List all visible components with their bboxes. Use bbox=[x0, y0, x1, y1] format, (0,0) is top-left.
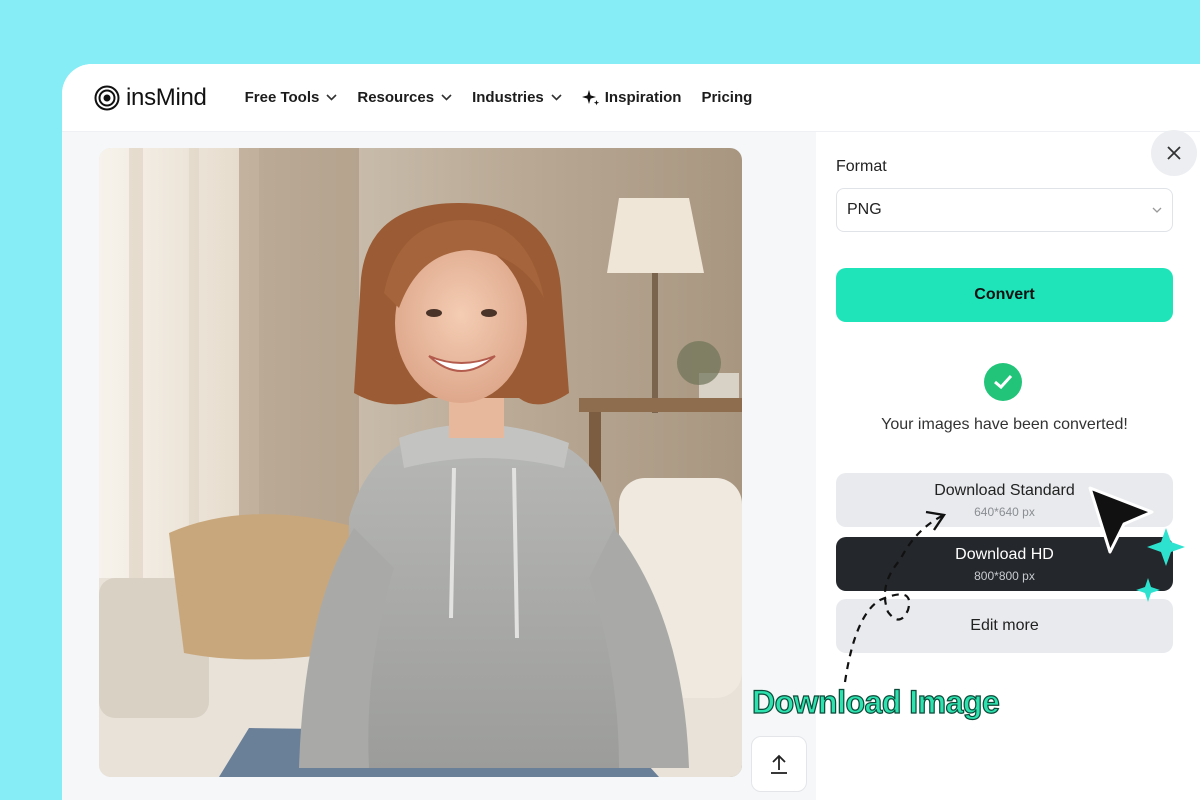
close-icon bbox=[1167, 146, 1181, 160]
close-button[interactable] bbox=[1151, 130, 1197, 176]
nav-inspiration[interactable]: Inspiration bbox=[581, 89, 682, 107]
nav-free-tools[interactable]: Free Tools bbox=[245, 89, 338, 106]
edit-more-button[interactable]: Edit more bbox=[836, 599, 1173, 653]
nav-resources[interactable]: Resources bbox=[357, 89, 452, 106]
success-check-icon bbox=[984, 363, 1022, 401]
nav-pricing[interactable]: Pricing bbox=[701, 89, 752, 106]
app-window: insMind Free Tools Resources Industries … bbox=[62, 64, 1200, 800]
canvas-area bbox=[62, 132, 816, 800]
nav-label: Free Tools bbox=[244, 89, 320, 106]
download-image-caption: Download Image bbox=[751, 683, 1000, 720]
nav-industries[interactable]: Industries bbox=[472, 89, 562, 106]
logo-text: insMind bbox=[126, 83, 207, 111]
download-hd-size: 800*800 px bbox=[974, 568, 1035, 583]
download-hd-label: Download HD bbox=[955, 545, 1054, 563]
format-value: PNG bbox=[847, 201, 882, 218]
download-standard-size: 640*640 px bbox=[974, 504, 1035, 519]
convert-button[interactable]: Convert bbox=[836, 268, 1173, 322]
nav-label: Pricing bbox=[701, 89, 753, 106]
chevron-down-icon bbox=[1152, 207, 1162, 213]
upload-button[interactable] bbox=[751, 736, 807, 792]
photo-illustration bbox=[99, 148, 742, 777]
nav-label: Inspiration bbox=[604, 89, 682, 106]
chevron-down-icon bbox=[326, 94, 337, 101]
logo[interactable]: insMind bbox=[94, 84, 207, 112]
top-nav: insMind Free Tools Resources Industries … bbox=[62, 64, 1200, 132]
chevron-down-icon bbox=[551, 94, 562, 101]
download-standard-button[interactable]: Download Standard 640*640 px bbox=[836, 473, 1173, 527]
nav-label: Industries bbox=[472, 89, 544, 106]
logo-icon bbox=[94, 85, 120, 110]
upload-icon bbox=[771, 754, 787, 774]
download-standard-label: Download Standard bbox=[934, 481, 1075, 499]
sparkle-icon bbox=[581, 89, 599, 105]
format-select[interactable]: PNG bbox=[836, 188, 1173, 232]
converted-photo bbox=[99, 148, 742, 777]
format-label: Format bbox=[836, 158, 887, 175]
status-text: Your images have been converted! bbox=[881, 416, 1128, 433]
chevron-down-icon bbox=[441, 94, 452, 101]
download-hd-button[interactable]: Download HD 800*800 px bbox=[836, 537, 1173, 591]
nav-label: Resources bbox=[357, 89, 435, 106]
